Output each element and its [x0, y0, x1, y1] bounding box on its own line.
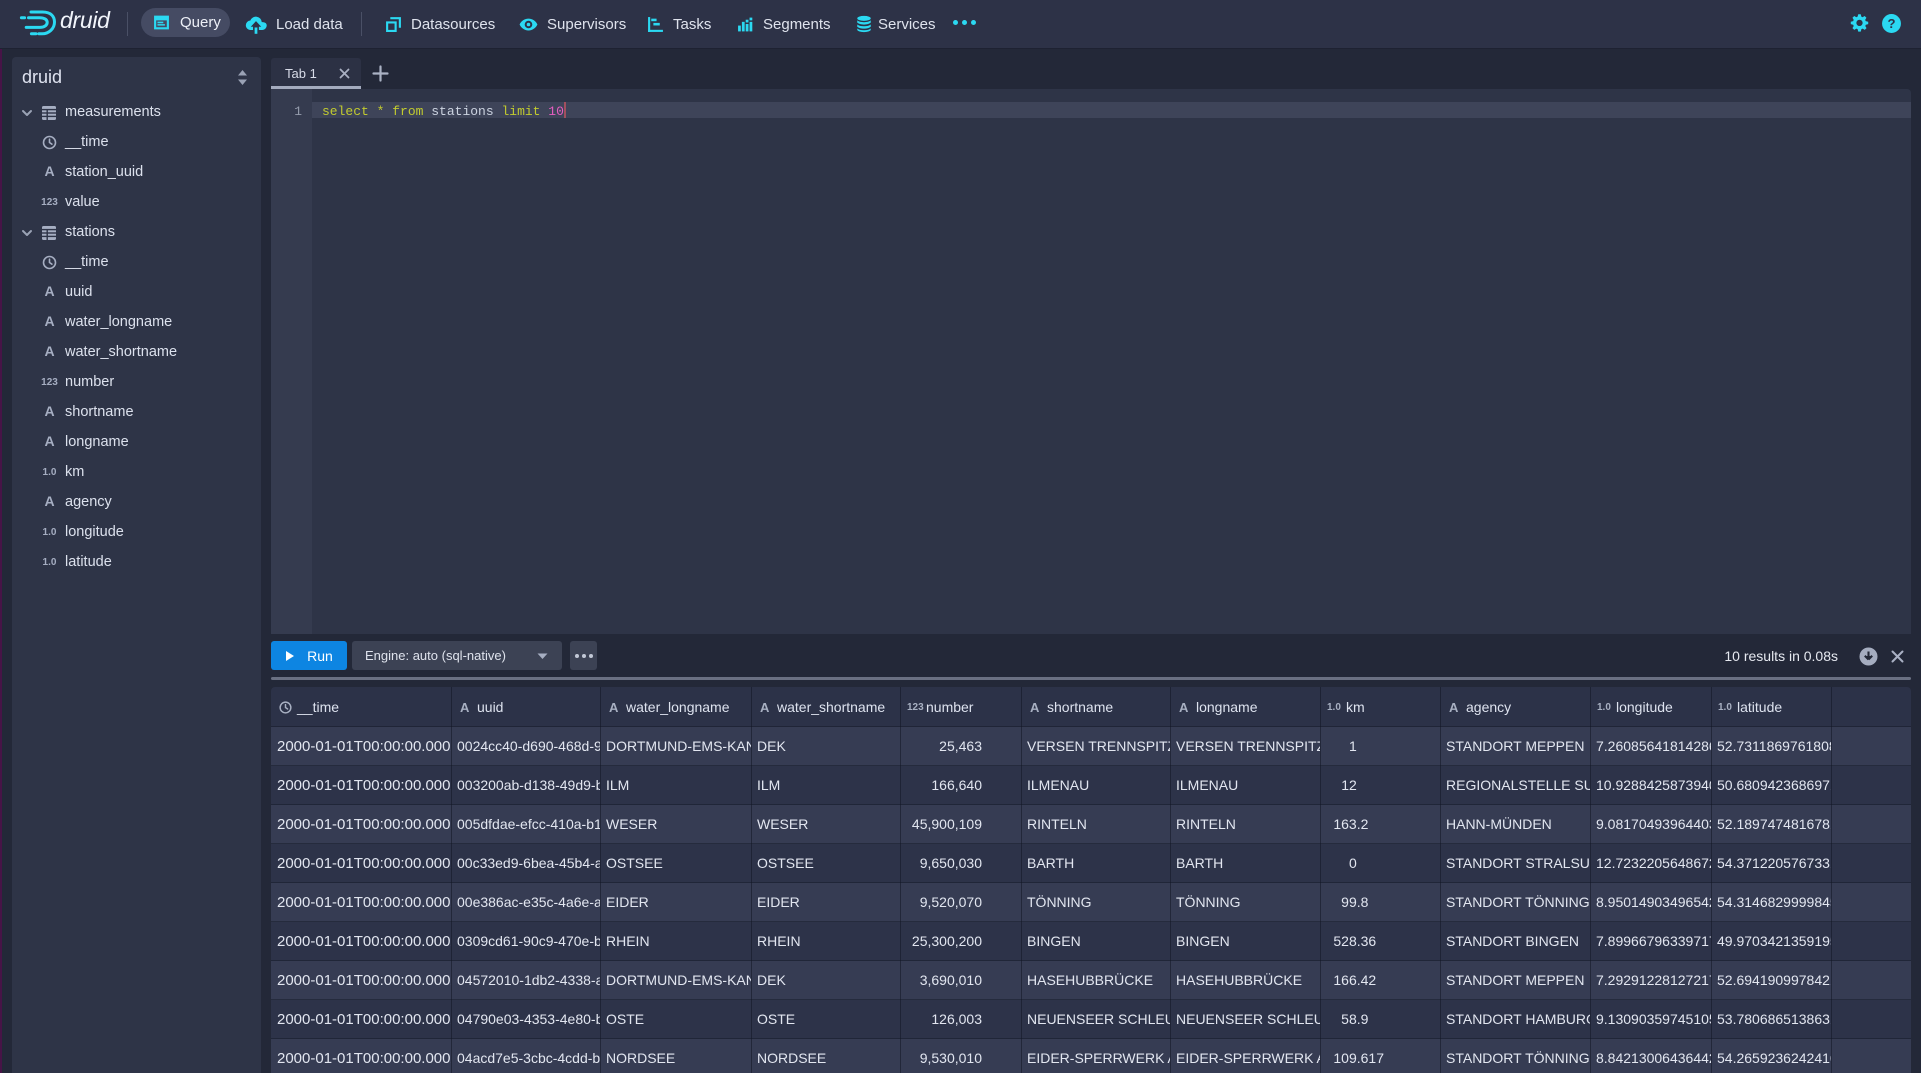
svg-text:?: ?	[1887, 16, 1895, 31]
